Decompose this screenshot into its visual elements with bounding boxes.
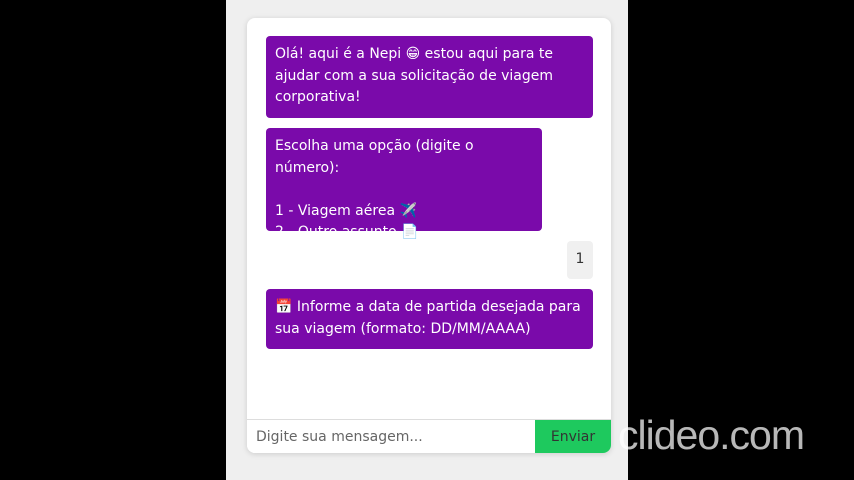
send-button[interactable]: Enviar <box>535 420 611 453</box>
message-list: Olá! aqui é a Nepi 😁 estou aqui para te … <box>247 18 611 418</box>
message-input[interactable] <box>247 420 535 453</box>
message-input-bar: Enviar <box>247 419 611 453</box>
chat-window: Olá! aqui é a Nepi 😁 estou aqui para te … <box>247 18 611 453</box>
clideo-watermark: clideo.com <box>618 412 805 458</box>
bot-message-greeting: Olá! aqui é a Nepi 😁 estou aqui para te … <box>266 36 593 118</box>
bot-message-options: Escolha uma opção (digite o número): 1 -… <box>266 128 542 240</box>
user-message: 1 <box>567 241 593 279</box>
bot-message-date-request: 📅 Informe a data de partida desejada par… <box>266 289 593 349</box>
